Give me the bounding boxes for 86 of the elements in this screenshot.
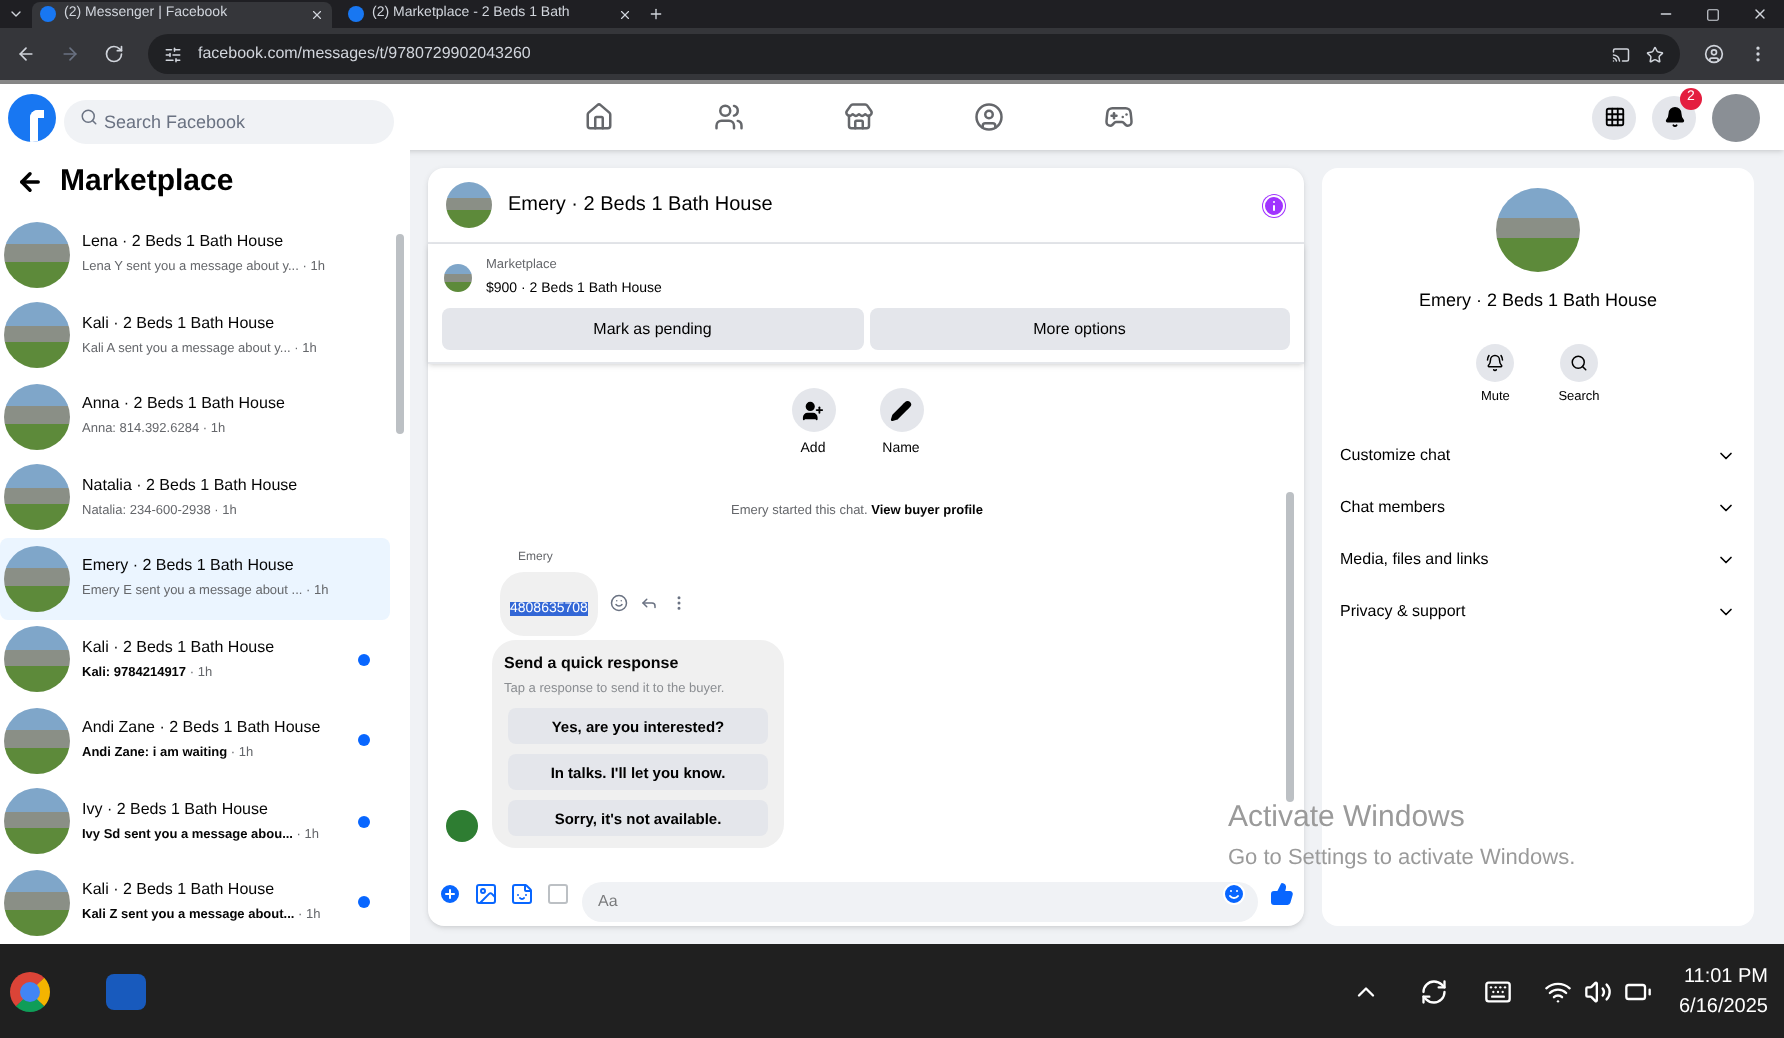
house-thumbnail <box>446 182 492 228</box>
conversation-title: Lena · 2 Beds 1 Bath House <box>82 230 286 255</box>
wifi-icon[interactable] <box>1543 977 1571 1005</box>
details-section[interactable]: Chat members <box>1340 482 1736 535</box>
listing-thumbnail <box>444 264 472 293</box>
groups-icon[interactable] <box>974 102 1004 132</box>
conversation-title: Anna · 2 Beds 1 Bath House <box>82 392 287 417</box>
search-button[interactable] <box>1559 343 1598 381</box>
bell-icon <box>1486 353 1505 371</box>
bell-icon <box>1663 106 1685 128</box>
house-thumbnail <box>4 221 70 288</box>
keyboard-icon[interactable] <box>1483 977 1511 1005</box>
info-icon[interactable] <box>1262 193 1286 217</box>
reload-icon[interactable] <box>104 44 124 64</box>
conversation-title: Emery · 2 Beds 1 Bath House <box>82 554 296 579</box>
profile-icon[interactable] <box>1704 44 1724 64</box>
friends-icon[interactable] <box>714 102 744 132</box>
name-button[interactable] <box>879 388 923 433</box>
house-thumbnail <box>1496 188 1580 272</box>
new-tab-icon[interactable] <box>648 6 664 22</box>
sender-avatar <box>446 810 478 843</box>
conversation-title: Kali · 2 Beds 1 Bath House <box>82 311 277 336</box>
details-title: Emery · 2 Beds 1 Bath House <box>1418 288 1658 314</box>
plus-icon[interactable] <box>438 882 462 906</box>
address-bar[interactable]: facebook.com/messages/t/9780729902043260 <box>148 34 1680 74</box>
sticker-icon[interactable] <box>510 882 534 906</box>
back-icon[interactable] <box>16 44 36 64</box>
add-person-icon <box>802 399 824 422</box>
house-thumbnail <box>4 707 70 774</box>
close-icon[interactable] <box>310 7 324 21</box>
clock[interactable]: 11:01 PM 6/16/2025 <box>1679 961 1768 1021</box>
chrome-taskbar-icon[interactable] <box>10 971 50 1011</box>
grid-icon <box>1603 106 1625 128</box>
action-button[interactable]: More options <box>869 308 1290 351</box>
store-icon[interactable] <box>844 102 874 132</box>
activation-title: Activate Windows <box>1228 798 1467 838</box>
site-settings-icon[interactable] <box>164 45 182 63</box>
house-thumbnail <box>4 545 70 612</box>
emoji-icon[interactable] <box>609 594 628 612</box>
house-thumbnail <box>4 869 70 936</box>
activation-subtitle: Go to Settings to activate Windows. <box>1228 843 1576 873</box>
details-section[interactable]: Customize chat <box>1340 430 1736 483</box>
facebook-favicon-icon <box>40 6 56 22</box>
url-text: facebook.com/messages/t/9780729902043260 <box>198 42 533 66</box>
house-thumbnail <box>4 788 70 855</box>
bookmark-star-icon[interactable] <box>1646 45 1664 63</box>
add-button[interactable] <box>791 388 835 433</box>
house-thumbnail <box>4 626 70 693</box>
sidebar-title: Marketplace <box>60 161 234 202</box>
quick-response-title: Send a quick response <box>504 651 681 675</box>
message-input[interactable]: Aa <box>582 881 1258 921</box>
maximize-icon[interactable] <box>1706 7 1720 21</box>
conversation-title: Kali · 2 Beds 1 Bath House <box>82 635 277 660</box>
search-icon <box>1569 353 1588 371</box>
house-thumbnail <box>4 383 70 450</box>
cast-icon[interactable] <box>1612 45 1630 63</box>
close-icon[interactable] <box>618 7 632 21</box>
details-section[interactable]: Privacy & support <box>1340 586 1736 639</box>
action-button[interactable]: Mark as pending <box>442 308 863 351</box>
close-icon[interactable] <box>1752 6 1768 22</box>
facebook-logo[interactable] <box>8 93 56 141</box>
sync-icon[interactable] <box>1419 977 1447 1005</box>
forward-icon[interactable] <box>60 44 80 64</box>
back-icon[interactable] <box>16 168 44 196</box>
reply-icon[interactable] <box>639 594 658 612</box>
conversation-title: Kali · 2 Beds 1 Bath House <box>82 878 277 903</box>
facebook-favicon-icon <box>348 6 364 22</box>
conversation-title: Ivy · 2 Beds 1 Bath House <box>82 797 270 822</box>
gaming-icon[interactable] <box>1104 102 1134 132</box>
search-field[interactable]: Search Facebook <box>64 99 394 143</box>
details-section[interactable]: Media, files and links <box>1340 534 1736 587</box>
image-icon[interactable] <box>474 882 498 906</box>
profile-avatar[interactable] <box>1712 93 1760 141</box>
mute-button[interactable] <box>1476 343 1515 381</box>
volume-icon[interactable] <box>1583 977 1611 1005</box>
like-icon[interactable] <box>1270 882 1294 906</box>
conversation-title: Natalia · 2 Beds 1 Bath House <box>82 473 300 498</box>
home-icon[interactable] <box>584 102 614 132</box>
chat-title: Emery · 2 Beds 1 Bath House <box>508 192 775 220</box>
house-thumbnail <box>4 302 70 369</box>
conversation-title: Andi Zane · 2 Beds 1 Bath House <box>82 716 323 741</box>
search-icon <box>80 108 98 126</box>
tab-list-icon[interactable] <box>8 6 24 22</box>
pencil-icon <box>890 399 912 422</box>
house-thumbnail <box>4 464 70 531</box>
menu-button[interactable] <box>1592 95 1636 139</box>
